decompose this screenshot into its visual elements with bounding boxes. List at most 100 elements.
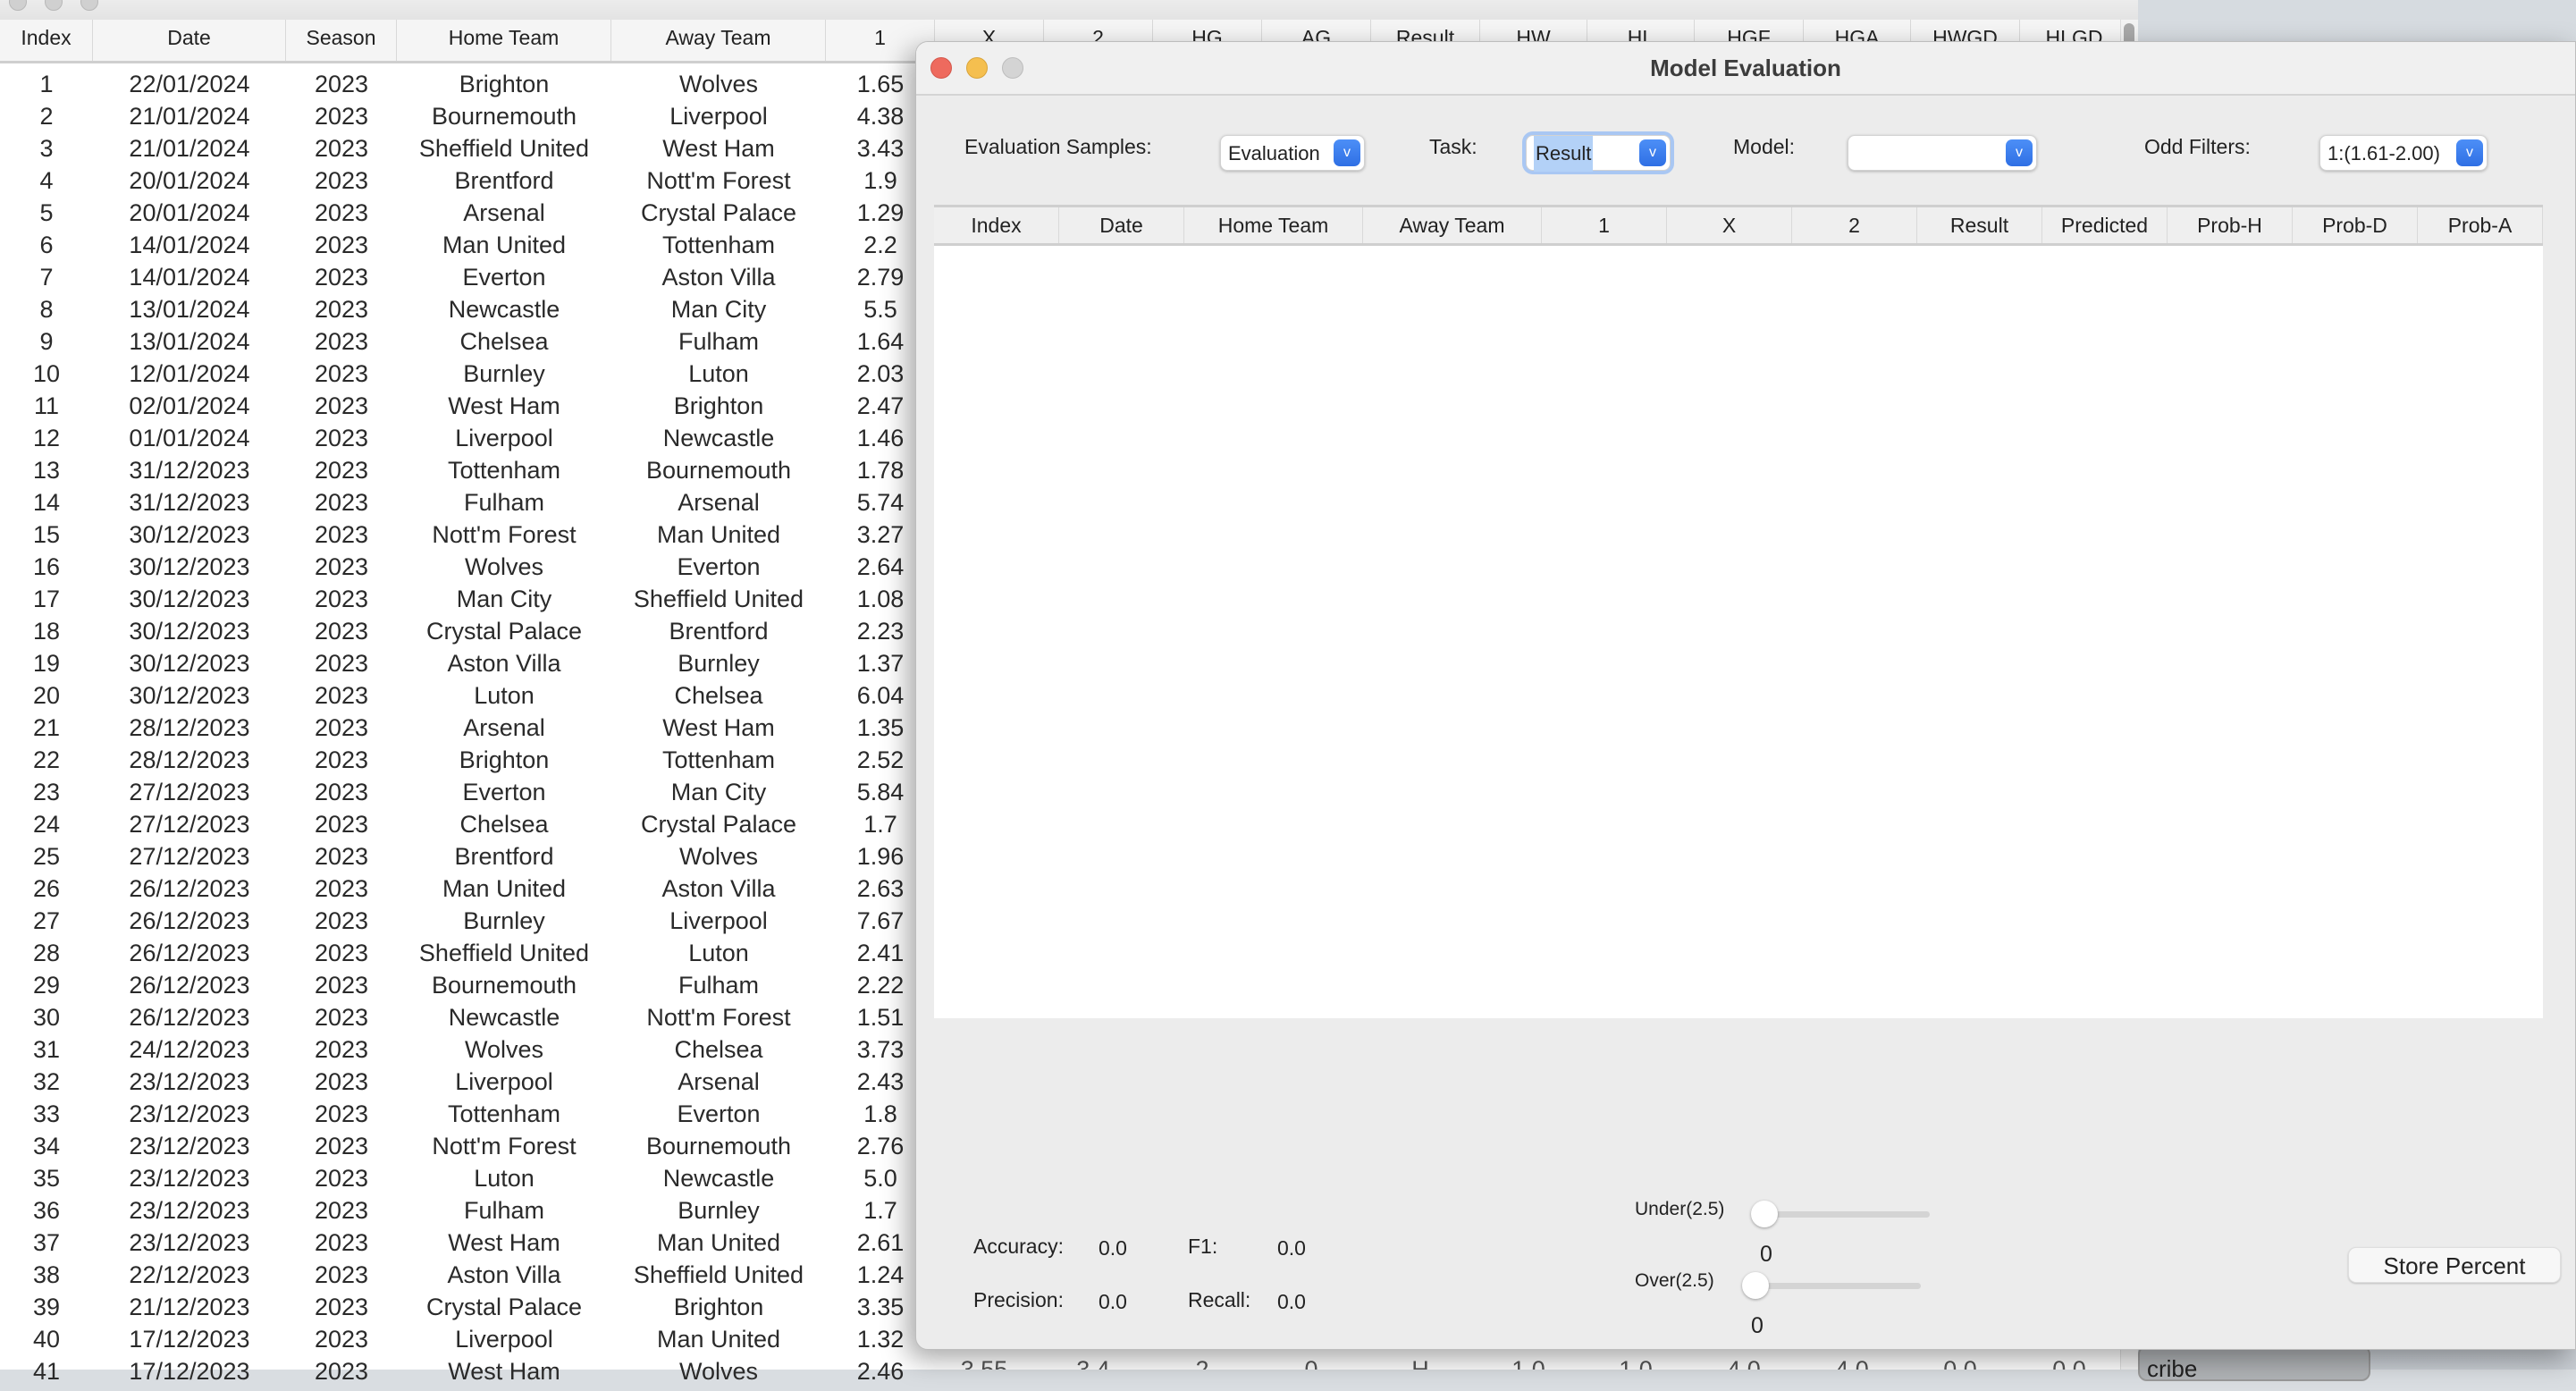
column-header[interactable]: Date <box>1059 207 1184 243</box>
table-row[interactable]: 33 23/12/2023 2023 Tottenham Everton 1.8 <box>0 1094 930 1127</box>
table-row[interactable]: 20 30/12/2023 2023 Luton Chelsea 6.04 <box>0 676 930 709</box>
table-cell: Nott'm Forest <box>432 521 577 548</box>
table-row[interactable]: 22 28/12/2023 2023 Brighton Tottenham 2.52 <box>0 740 930 773</box>
table-row[interactable]: 30 26/12/2023 2023 Newcastle Nott'm Forest 1.… <box>0 998 930 1031</box>
table-row[interactable]: 19 30/12/2023 2023 Aston Villa Burnley 1.37 <box>0 644 930 677</box>
table-cell: 23/12/2023 <box>129 1197 250 1224</box>
table-row[interactable]: 23 27/12/2023 2023 Everton Man City 5.84 <box>0 772 930 805</box>
column-header[interactable]: Prob-H <box>2168 207 2293 243</box>
table-row[interactable]: 36 23/12/2023 2023 Fulham Burnley 1.7 <box>0 1191 930 1224</box>
column-header[interactable]: 1 <box>1542 207 1667 243</box>
column-header[interactable]: Date <box>93 20 286 61</box>
zoom-button[interactable] <box>1002 57 1023 79</box>
table-cell: 2023 <box>314 875 369 902</box>
table-row[interactable]: 14 31/12/2023 2023 Fulham Arsenal 5.74 <box>0 483 930 516</box>
table-row[interactable]: 40 17/12/2023 2023 Liverpool Man United 1.32 <box>0 1319 930 1353</box>
under-slider-thumb[interactable] <box>1751 1201 1778 1227</box>
column-header[interactable]: 2 <box>1792 207 1917 243</box>
table-row[interactable]: 16 30/12/2023 2023 Wolves Everton 2.64 <box>0 547 930 580</box>
evaluation-samples-select[interactable]: Evaluation v <box>1220 135 1365 171</box>
table-row[interactable]: 15 30/12/2023 2023 Nott'm Forest Man United 3… <box>0 515 930 548</box>
minimize-button[interactable] <box>966 57 988 79</box>
bg-minimize-button[interactable] <box>45 0 63 11</box>
table-row[interactable]: 17 30/12/2023 2023 Man City Sheffield United… <box>0 579 930 612</box>
table-cell: 2023 <box>314 135 369 162</box>
column-header[interactable]: Index <box>934 207 1059 243</box>
column-header[interactable]: Season <box>286 20 397 61</box>
close-button[interactable] <box>930 57 952 79</box>
table-row[interactable]: 1 22/01/2024 2023 Brighton Wolves 1.65 <box>0 64 930 97</box>
store-percent-button[interactable]: Store Percent <box>2348 1247 2561 1283</box>
table-row[interactable]: 28 26/12/2023 2023 Sheffield United Luton 2.4… <box>0 933 930 966</box>
column-header[interactable]: Home Team <box>397 20 611 61</box>
table-cell: 2023 <box>314 682 369 709</box>
over-slider[interactable] <box>1742 1272 1921 1299</box>
table-cell: Man City <box>456 586 552 612</box>
table-row[interactable]: 35 23/12/2023 2023 Luton Newcastle 5.0 <box>0 1159 930 1192</box>
table-cell: 21/12/2023 <box>129 1294 250 1320</box>
table-cell: Arsenal <box>463 199 545 226</box>
table-row[interactable]: 4 20/01/2024 2023 Brentford Nott'm Forest 1.9 <box>0 161 930 194</box>
table-row[interactable]: 32 23/12/2023 2023 Liverpool Arsenal 2.43 <box>0 1062 930 1095</box>
table-row[interactable]: 26 26/12/2023 2023 Man United Aston Villa 2.6… <box>0 869 930 902</box>
table-cell: 26/12/2023 <box>129 940 250 966</box>
over-slider-thumb[interactable] <box>1742 1272 1769 1299</box>
table-row[interactable]: 39 21/12/2023 2023 Crystal Palace Brighton 3.… <box>0 1287 930 1320</box>
table-cell: Tottenham <box>447 457 561 484</box>
model-select[interactable]: v <box>1848 135 2037 171</box>
table-row[interactable]: 38 22/12/2023 2023 Aston Villa Sheffield Uni… <box>0 1255 930 1288</box>
column-header[interactable]: Away Team <box>611 20 826 61</box>
under-slider-value: 0 <box>1760 1242 1772 1267</box>
table-row[interactable]: 29 26/12/2023 2023 Bournemouth Fulham 2.22 <box>0 965 930 999</box>
bg-zoom-button[interactable] <box>80 0 98 11</box>
table-row[interactable]: 11 02/01/2024 2023 West Ham Brighton 2.47 <box>0 386 930 419</box>
table-row[interactable]: 3 21/01/2024 2023 Sheffield United West Ham 3… <box>0 129 930 162</box>
column-header[interactable]: Away Team <box>1363 207 1542 243</box>
table-cell: Aston Villa <box>661 264 776 291</box>
table-row[interactable]: 24 27/12/2023 2023 Chelsea Crystal Palace 1.7 <box>0 805 930 838</box>
table-cell: Crystal Palace <box>425 618 583 645</box>
table-cell: 20 <box>32 682 61 709</box>
column-header[interactable]: Index <box>0 20 93 61</box>
table-cell: 27/12/2023 <box>129 779 250 805</box>
precision-label: Precision: <box>973 1288 1064 1311</box>
odd-filters-select[interactable]: 1:(1.61-2.00) v <box>2319 135 2488 171</box>
column-header[interactable]: Prob-A <box>2418 207 2543 243</box>
table-cell: H <box>1411 1356 1429 1370</box>
under-slider[interactable] <box>1751 1201 1930 1227</box>
table-row[interactable]: 12 01/01/2024 2023 Liverpool Newcastle 1.46 <box>0 418 930 451</box>
table-cell: 31/12/2023 <box>129 489 250 516</box>
table-row[interactable]: 34 23/12/2023 2023 Nott'm Forest Bournemouth… <box>0 1126 930 1159</box>
table-row[interactable]: 9 13/01/2024 2023 Chelsea Fulham 1.64 <box>0 322 930 355</box>
accuracy-value: 0.0 <box>1099 1236 1127 1260</box>
table-cell: 37 <box>32 1229 61 1256</box>
evaluation-results-table[interactable]: Index Date Home Team Away Team 1 X 2 Result Pred… <box>934 205 2543 1018</box>
table-row[interactable]: 27 26/12/2023 2023 Burnley Liverpool 7.67 <box>0 901 930 934</box>
column-header[interactable]: Prob-D <box>2293 207 2418 243</box>
table-row[interactable]: 21 28/12/2023 2023 Arsenal West Ham 1.35 <box>0 708 930 741</box>
table-row[interactable]: 7 14/01/2024 2023 Everton Aston Villa 2.79 <box>0 257 930 291</box>
table-row[interactable]: 2 21/01/2024 2023 Bournemouth Liverpool 4.38 <box>0 97 930 130</box>
table-cell: 17 <box>32 586 61 612</box>
table-row[interactable]: 41 17/12/2023 2023 West Ham Wolves 2.46 <box>0 1352 930 1385</box>
column-header[interactable]: X <box>1667 207 1792 243</box>
table-row[interactable]: 37 23/12/2023 2023 West Ham Man United 2.61 <box>0 1223 930 1256</box>
table-cell: 2023 <box>314 714 369 741</box>
table-cell: 2023 <box>314 328 369 355</box>
table-cell: 40 <box>32 1326 61 1353</box>
table-row[interactable]: 8 13/01/2024 2023 Newcastle Man City 5.5 <box>0 290 930 323</box>
table-row[interactable]: 10 12/01/2024 2023 Burnley Luton 2.03 <box>0 354 930 387</box>
column-header[interactable]: Predicted <box>2042 207 2168 243</box>
task-select[interactable]: Result v <box>1526 135 1671 172</box>
bg-close-button[interactable] <box>9 0 27 11</box>
column-header[interactable]: Result <box>1917 207 2042 243</box>
table-row[interactable]: 13 31/12/2023 2023 Tottenham Bournemouth 1.78 <box>0 451 930 484</box>
table-cell: 14/01/2024 <box>129 264 250 291</box>
table-row[interactable]: 6 14/01/2024 2023 Man United Tottenham 2.2 <box>0 225 930 258</box>
table-row[interactable]: 25 27/12/2023 2023 Brentford Wolves 1.96 <box>0 837 930 870</box>
table-row[interactable]: 31 24/12/2023 2023 Wolves Chelsea 3.73 <box>0 1030 930 1063</box>
table-row[interactable]: 5 20/01/2024 2023 Arsenal Crystal Palace 1.29 <box>0 193 930 226</box>
column-header[interactable]: Home Team <box>1184 207 1363 243</box>
table-row[interactable]: 18 30/12/2023 2023 Crystal Palace Brentford 2… <box>0 611 930 645</box>
table-cell: 32 <box>32 1068 61 1095</box>
